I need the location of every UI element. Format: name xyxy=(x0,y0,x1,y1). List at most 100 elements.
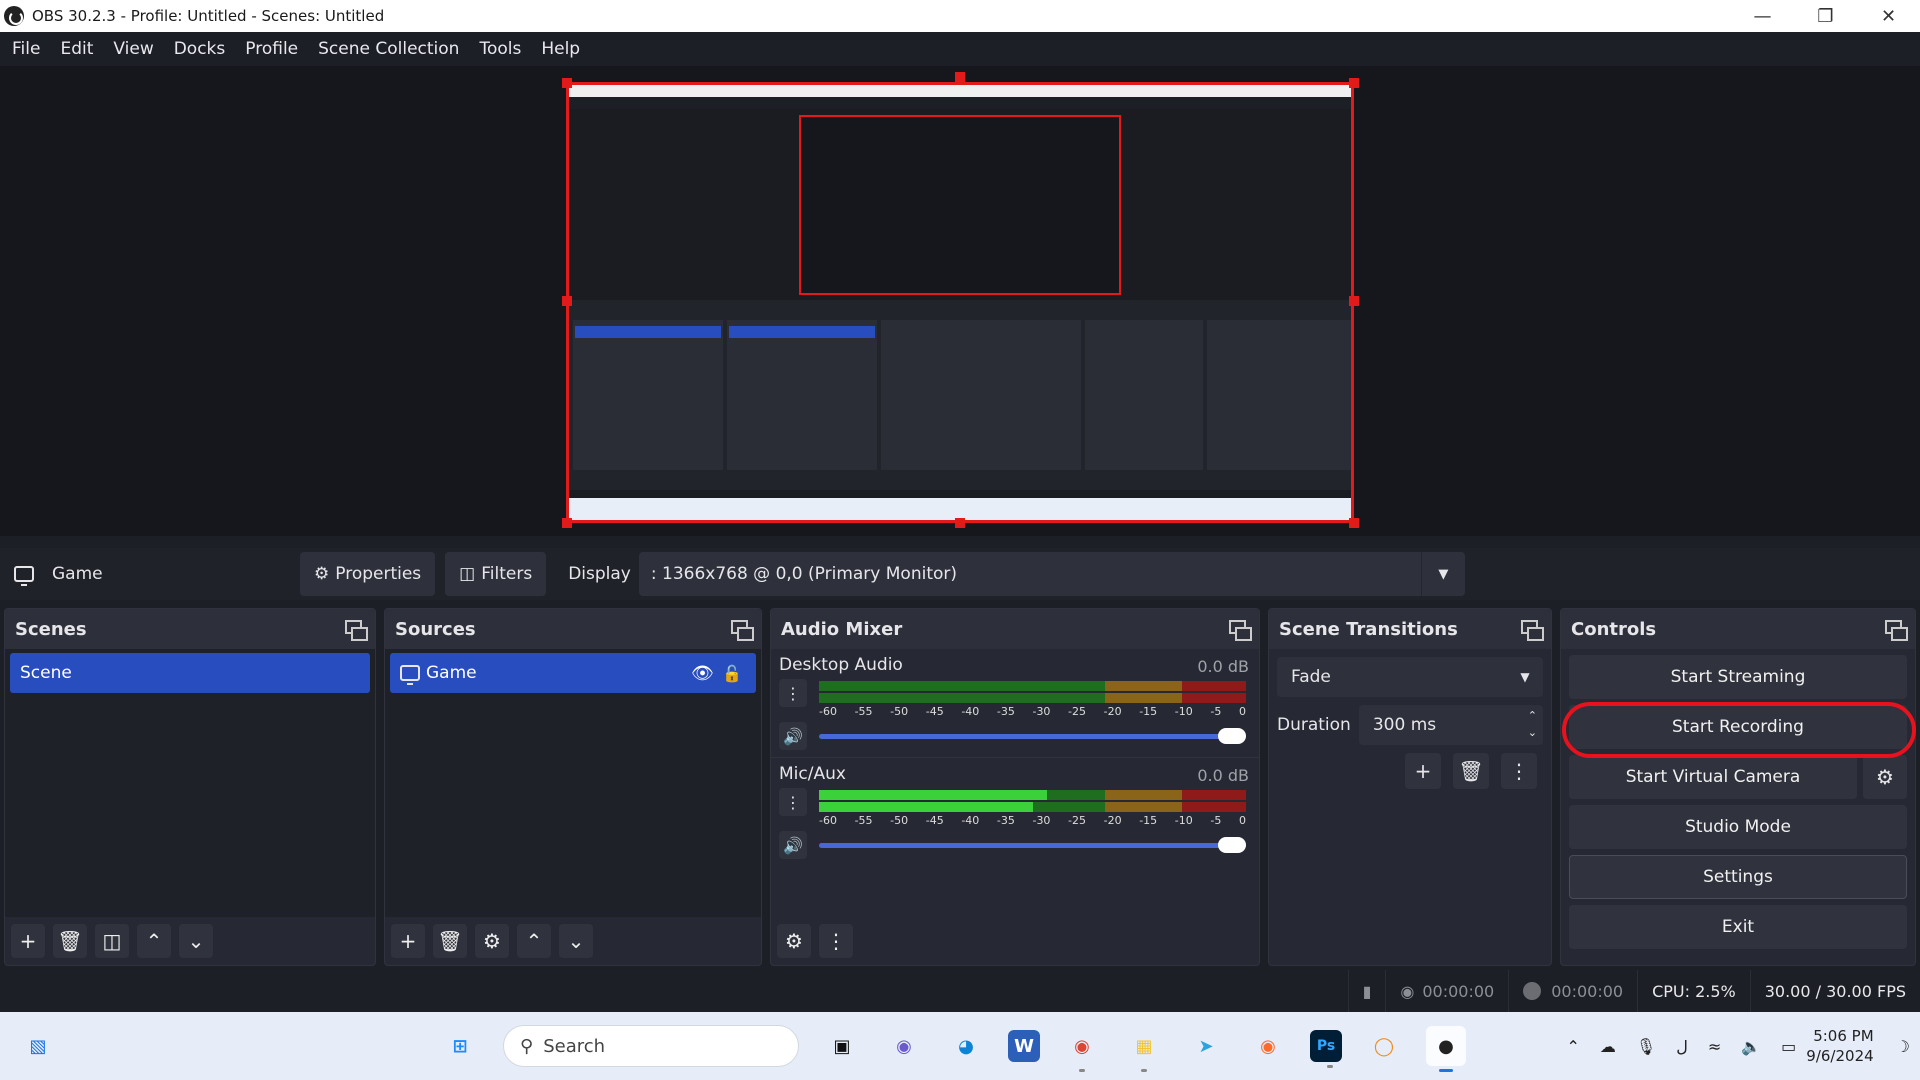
resize-handle-bl[interactable] xyxy=(562,518,572,528)
more-options-icon[interactable]: ⋮ xyxy=(779,788,807,816)
meter-tick-label: -20 xyxy=(1103,705,1122,718)
close-icon[interactable]: ✕ xyxy=(1857,0,1920,32)
duration-spinbox[interactable]: 300 ms ⌃ ⌄ xyxy=(1358,705,1543,745)
undock-icon[interactable] xyxy=(1229,620,1252,641)
photoshop-icon[interactable]: Ps xyxy=(1310,1030,1342,1068)
edge-icon[interactable]: ◕ xyxy=(946,1026,986,1066)
start-virtual-camera-button[interactable]: Start Virtual Camera xyxy=(1569,755,1857,799)
add-icon[interactable]: + xyxy=(1405,753,1441,789)
settings-button[interactable]: Settings xyxy=(1569,855,1907,899)
volume-icon[interactable]: 🔈 xyxy=(1741,1037,1761,1056)
menu-tools[interactable]: Tools xyxy=(471,39,529,59)
filter-icon[interactable]: ◫ xyxy=(95,924,129,958)
channel-db: 0.0 dB xyxy=(1197,657,1249,676)
more-options-icon[interactable]: ⋮ xyxy=(779,679,807,707)
up-icon[interactable]: ⌃ xyxy=(517,924,551,958)
preview-canvas[interactable] xyxy=(566,82,1354,523)
resize-handle-tl[interactable] xyxy=(562,78,572,88)
menu-edit[interactable]: Edit xyxy=(52,39,101,59)
undock-icon[interactable] xyxy=(1521,620,1544,641)
chevron-down-icon[interactable]: ▼ xyxy=(1507,657,1543,697)
firefox-icon[interactable]: ◉ xyxy=(1248,1026,1288,1066)
language-icon[interactable]: ل xyxy=(1676,1037,1688,1056)
menu-file[interactable]: File xyxy=(4,39,48,59)
advanced-audio-gear-icon[interactable]: ⚙ xyxy=(777,924,811,958)
volume-slider-thumb[interactable] xyxy=(1218,837,1246,853)
start-recording-button[interactable]: Start Recording xyxy=(1569,705,1907,749)
onedrive-icon[interactable]: ☁ xyxy=(1600,1037,1616,1056)
microphone-icon[interactable]: 🎙 xyxy=(1636,1037,1656,1056)
resize-handle-br[interactable] xyxy=(1349,518,1359,528)
volume-slider[interactable] xyxy=(819,726,1246,746)
filters-button[interactable]: ◫ Filters xyxy=(445,552,547,596)
transition-select[interactable]: Fade ▼ xyxy=(1277,657,1543,697)
file-explorer-icon[interactable]: ▦ xyxy=(1124,1026,1164,1072)
gear-icon[interactable]: ⚙ xyxy=(475,924,509,958)
meter-tick-label: -25 xyxy=(1068,705,1087,718)
taskbar: ▧ ⊞ ⚲ Search ▣ ◉ ◕ W ◉ ▦ ➤ ◉ Ps ◯ ● ⌃ ☁ … xyxy=(0,1012,1920,1080)
exit-button[interactable]: Exit xyxy=(1569,905,1907,949)
more-options-icon[interactable]: ⋮ xyxy=(819,924,853,958)
task-view-icon[interactable]: ▣ xyxy=(822,1026,862,1066)
duration-label: Duration xyxy=(1277,715,1351,735)
menu-help[interactable]: Help xyxy=(533,39,588,59)
volume-slider-thumb[interactable] xyxy=(1218,728,1246,744)
chevron-up-icon[interactable]: ⌃ xyxy=(1566,1037,1579,1056)
preview-nested-capture xyxy=(799,115,1121,295)
resize-handle-tr[interactable] xyxy=(1349,78,1359,88)
minimize-icon[interactable]: — xyxy=(1731,0,1794,32)
obs-taskbar-icon[interactable]: ● xyxy=(1426,1026,1466,1072)
add-icon[interactable]: + xyxy=(391,924,425,958)
restore-icon[interactable]: ❐ xyxy=(1794,0,1857,32)
chrome-icon[interactable]: ◉ xyxy=(1062,1026,1102,1072)
menu-scene-collection[interactable]: Scene Collection xyxy=(310,39,467,59)
meter-tick-label: -60 xyxy=(819,814,837,827)
resize-handle-mr[interactable] xyxy=(1349,296,1359,306)
down-icon[interactable]: ⌄ xyxy=(559,924,593,958)
volume-slider[interactable] xyxy=(819,835,1246,855)
notifications-icon[interactable]: ☽ xyxy=(1896,1037,1910,1056)
battery-icon[interactable]: ▭ xyxy=(1781,1037,1796,1056)
word-icon[interactable]: W xyxy=(1008,1030,1040,1062)
more-options-icon[interactable]: ⋮ xyxy=(1501,753,1537,789)
taskbar-search[interactable]: ⚲ Search xyxy=(503,1025,799,1067)
telegram-icon[interactable]: ➤ xyxy=(1186,1026,1226,1066)
wifi-icon[interactable]: ≈ xyxy=(1708,1037,1721,1056)
windows-start-icon[interactable]: ⊞ xyxy=(440,1026,480,1066)
unlock-icon[interactable]: 🔓 xyxy=(722,664,742,683)
add-icon[interactable]: + xyxy=(11,924,45,958)
down-icon[interactable]: ⌄ xyxy=(179,924,213,958)
display-label: Display xyxy=(568,564,631,584)
menu-profile[interactable]: Profile xyxy=(237,39,306,59)
resize-handle-tc[interactable] xyxy=(955,72,965,82)
gear-icon[interactable]: ⚙ xyxy=(1863,755,1907,799)
up-icon[interactable]: ⌃ xyxy=(137,924,171,958)
trash-icon[interactable]: 🗑 xyxy=(1453,753,1489,789)
speaker-icon[interactable]: 🔊 xyxy=(779,831,807,859)
properties-button[interactable]: ⚙ Properties xyxy=(300,552,436,596)
resize-handle-ml[interactable] xyxy=(562,296,572,306)
source-item[interactable]: Game 👁 🔓 xyxy=(390,653,756,693)
channel-db: 0.0 dB xyxy=(1197,766,1249,785)
clock[interactable]: 5:06 PM 9/6/2024 xyxy=(1806,1026,1873,1066)
menu-docks[interactable]: Docks xyxy=(166,39,234,59)
chevron-down-icon[interactable]: ▼ xyxy=(1420,552,1465,596)
widgets-icon[interactable]: ▧ xyxy=(18,1026,58,1066)
menu-view[interactable]: View xyxy=(105,39,161,59)
speaker-icon[interactable]: 🔊 xyxy=(779,722,807,750)
studio-mode-button[interactable]: Studio Mode xyxy=(1569,805,1907,849)
eye-icon[interactable]: 👁 xyxy=(691,663,714,684)
undock-icon[interactable] xyxy=(1885,620,1908,641)
scene-item[interactable]: Scene xyxy=(10,653,370,693)
spin-arrows-icon[interactable]: ⌃ ⌄ xyxy=(1528,707,1537,741)
undock-icon[interactable] xyxy=(345,620,368,641)
display-select[interactable]: : 1366x768 @ 0,0 (Primary Monitor) ▼ xyxy=(638,552,1465,596)
trash-icon[interactable]: 🗑 xyxy=(53,924,87,958)
teams-icon[interactable]: ◉ xyxy=(884,1026,924,1066)
trash-icon[interactable]: 🗑 xyxy=(433,924,467,958)
resize-handle-bc[interactable] xyxy=(955,518,965,528)
start-streaming-button[interactable]: Start Streaming xyxy=(1569,655,1907,699)
orange-app-icon[interactable]: ◯ xyxy=(1364,1026,1404,1066)
undock-icon[interactable] xyxy=(731,620,754,641)
audio-mixer-body: Desktop Audio 0.0 dB ⋮ -60 -55 -50 -45 -40 -3… xyxy=(771,649,1259,917)
